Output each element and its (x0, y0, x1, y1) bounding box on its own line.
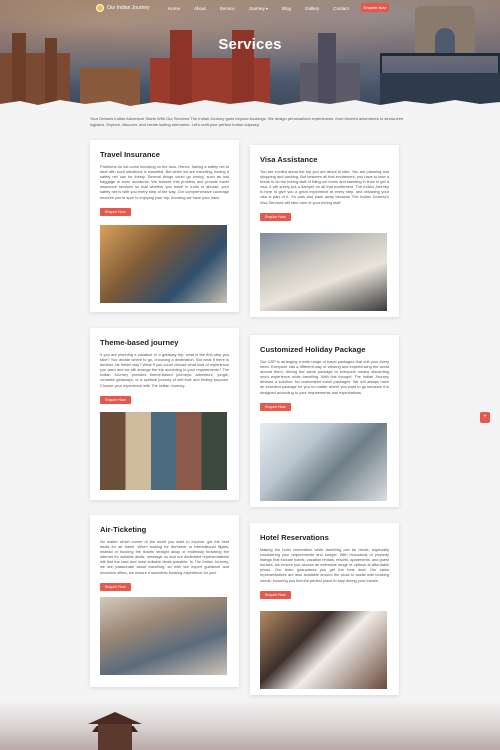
footer-pagoda (98, 724, 132, 750)
page-title: Services (218, 36, 282, 53)
nav-item-home[interactable]: Home (168, 6, 180, 11)
enquire-now-button[interactable]: Enquire Now (100, 207, 131, 216)
hotel-reservations-photo (260, 611, 387, 689)
hero-bridge (380, 53, 500, 73)
top-nav: Our Indian Journey Home About Service Jo… (0, 0, 500, 18)
nav-item-journey[interactable]: Journey (249, 6, 268, 11)
card-title: Hotel Reservations (260, 533, 329, 542)
travel-insurance-photo (100, 225, 227, 303)
card-text: You are excited about the trip you are a… (260, 169, 389, 205)
intro-text: Your Dreams Indian Adventure Starts With… (90, 116, 404, 127)
card-text: If you are planning a vacation or a geta… (100, 352, 229, 388)
card-title: Air-Ticketing (100, 525, 147, 534)
holiday-package-photo (260, 423, 387, 501)
hero-torn-edge (0, 100, 500, 108)
enquire-now-button[interactable]: Enquire Now (100, 395, 131, 404)
logo-text: Our Indian Journey (107, 5, 150, 11)
card-title: Theme-based journey (100, 338, 179, 347)
nav-item-about[interactable]: About (194, 6, 206, 11)
nav-item-service[interactable]: Service (220, 6, 235, 11)
card-text: Making the hotel reservation while trave… (260, 547, 389, 583)
nav-menu: Home About Service Journey Blog Gallery … (168, 6, 363, 11)
card-title: Travel Insurance (100, 150, 160, 159)
service-card-visa-assistance: Visa Assistance You are excited about th… (250, 145, 399, 317)
service-card-travel-insurance: Travel Insurance Problems do not come kn… (90, 140, 239, 312)
service-card-hotel-reservations: Hotel Reservations Making the hotel rese… (250, 523, 399, 695)
enquire-now-button[interactable]: Enquire Now (260, 590, 291, 599)
logo-icon (96, 4, 104, 12)
footer-banner (0, 700, 500, 750)
service-card-theme-based-journey: Theme-based journey If you are planning … (90, 328, 239, 500)
card-text: Our USP is arranging a wide range of tra… (260, 359, 389, 395)
enquire-now-button[interactable]: Enquire Now (260, 212, 291, 221)
nav-item-gallery[interactable]: Gallery (305, 6, 319, 11)
enquire-now-button[interactable]: Enquire Now (100, 582, 131, 591)
card-title: Customized Holiday Package (260, 345, 366, 354)
visa-assistance-photo (260, 233, 387, 311)
service-card-customized-holiday: Customized Holiday Package Our USP is ar… (250, 335, 399, 507)
nav-item-contact[interactable]: Contact (333, 6, 349, 11)
enquire-now-button[interactable]: Enquire Now (260, 402, 291, 411)
card-text: No matter which corner of the world you … (100, 539, 229, 575)
enquire-now-button[interactable]: Enquire Now (361, 3, 389, 12)
card-title: Visa Assistance (260, 155, 318, 164)
nav-item-blog[interactable]: Blog (282, 6, 291, 11)
theme-journey-photo (100, 412, 227, 490)
card-text: Problems do not come knocking on the doo… (100, 164, 229, 200)
logo[interactable]: Our Indian Journey (96, 4, 150, 12)
service-card-air-ticketing: Air-Ticketing No matter which corner of … (90, 515, 239, 687)
floating-side-button[interactable]: + (480, 412, 490, 423)
air-ticketing-photo (100, 597, 227, 675)
